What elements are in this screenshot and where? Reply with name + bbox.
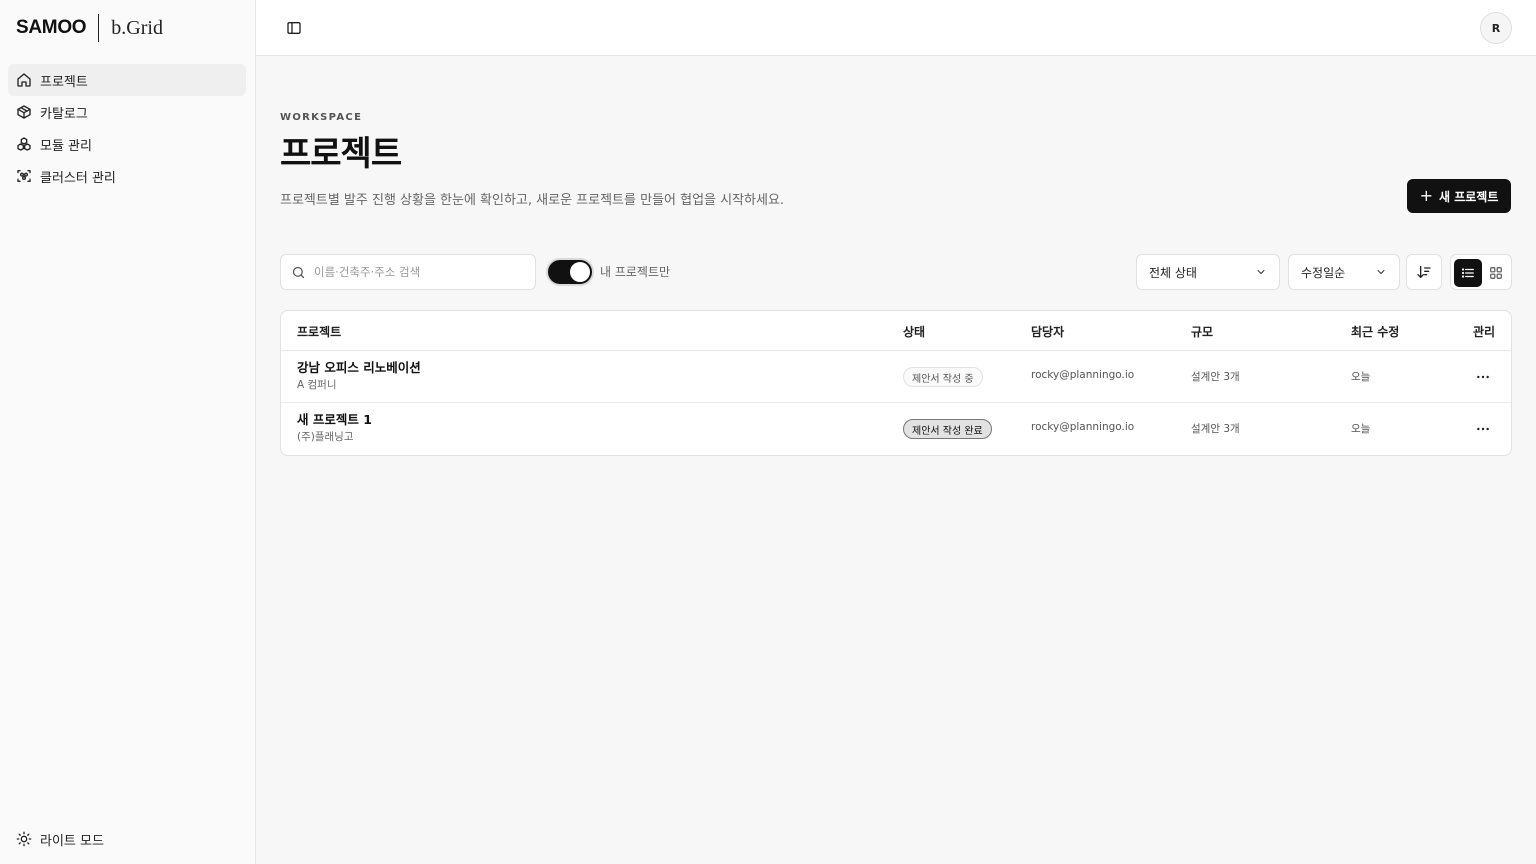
row-actions-button[interactable] xyxy=(1473,419,1493,439)
owner-email: rocky@planningo.io xyxy=(1031,369,1135,381)
list-icon xyxy=(1461,268,1474,278)
avatar[interactable]: R xyxy=(1480,12,1512,44)
sun-icon xyxy=(16,831,32,847)
more-horizontal-icon xyxy=(1477,375,1489,379)
status-badge: 제안서 작성 완료 xyxy=(903,419,992,439)
column-header-status[interactable]: 상태 xyxy=(903,323,925,340)
sidebar-item-label: 카탈로그 xyxy=(40,106,88,122)
project-name[interactable]: 강남 오피스 리노베이션 xyxy=(297,360,421,376)
modules-icon xyxy=(16,136,32,152)
page-eyebrow: WORKSPACE xyxy=(280,112,363,123)
status-filter-value: 전체 상태 xyxy=(1149,265,1197,280)
sort-direction-button[interactable] xyxy=(1406,254,1442,290)
brand-name: SAMOO xyxy=(16,17,87,38)
cluster-icon xyxy=(16,168,32,184)
sidebar: SAMOO b.Grid 프로젝트 카탈로그 모듈 관리 클러스터 관리 라이트… xyxy=(0,0,256,864)
row-actions-button[interactable] xyxy=(1473,367,1493,387)
column-header-scale[interactable]: 규모 xyxy=(1191,323,1213,340)
column-header-project[interactable]: 프로젝트 xyxy=(297,323,341,340)
sidebar-item-projects[interactable]: 프로젝트 xyxy=(8,64,246,96)
projects-table: 프로젝트 상태 담당자 규모 최근 수정 관리 강남 오피스 리노베이션 A 컴… xyxy=(280,310,1512,456)
grid-view-button[interactable] xyxy=(1482,259,1510,287)
project-scale: 설계안 3개 xyxy=(1191,371,1240,383)
grid-icon xyxy=(1490,267,1502,279)
column-header-updated[interactable]: 최근 수정 xyxy=(1351,323,1399,340)
page-subtitle: 프로젝트별 발주 진행 상황을 한눈에 확인하고, 새로운 프로젝트를 만들어 … xyxy=(280,193,785,208)
column-header-manage: 관리 xyxy=(1473,325,1496,339)
brand-logo[interactable]: SAMOO b.Grid xyxy=(16,14,163,42)
sidebar-panel-icon xyxy=(287,22,301,34)
project-client: A 컴퍼니 xyxy=(297,379,337,391)
sidebar-item-label: 클러스터 관리 xyxy=(40,170,116,186)
sidebar-item-label: 프로젝트 xyxy=(40,74,88,90)
product-name: b.Grid xyxy=(111,16,163,39)
chevron-down-icon xyxy=(1257,270,1265,274)
my-projects-toggle[interactable] xyxy=(546,258,594,286)
updated-date: 오늘 xyxy=(1351,423,1371,435)
top-bar: R xyxy=(256,0,1536,56)
view-mode-toggle xyxy=(1450,254,1512,290)
table-header: 프로젝트 상태 담당자 규모 최근 수정 관리 xyxy=(281,311,1511,351)
box-icon xyxy=(16,104,32,120)
table-row[interactable]: 강남 오피스 리노베이션 A 컴퍼니 제안서 작성 중 rocky@planni… xyxy=(281,351,1511,403)
my-projects-label: 내 프로젝트만 xyxy=(600,265,671,279)
toggle-knob xyxy=(570,262,590,282)
sidebar-nav: 프로젝트 카탈로그 모듈 관리 클러스터 관리 xyxy=(8,64,246,192)
project-cell: 강남 오피스 리노베이션 A 컴퍼니 xyxy=(297,360,421,393)
plus-icon: + xyxy=(1419,186,1433,205)
search-box xyxy=(280,254,536,290)
home-icon xyxy=(16,72,32,88)
updated-date: 오늘 xyxy=(1351,371,1371,383)
table-row[interactable]: 새 프로젝트 1 (주)플래닝고 제안서 작성 완료 rocky@plannin… xyxy=(281,403,1511,455)
search-icon xyxy=(292,266,305,278)
sidebar-item-catalog[interactable]: 카탈로그 xyxy=(8,96,246,128)
owner-email: rocky@planningo.io xyxy=(1031,421,1135,433)
list-view-button[interactable] xyxy=(1454,259,1482,287)
sidebar-item-modules[interactable]: 모듈 관리 xyxy=(8,128,246,160)
sidebar-item-label: 모듈 관리 xyxy=(40,138,92,154)
sort-value: 수정일순 xyxy=(1301,265,1346,280)
project-cell: 새 프로젝트 1 (주)플래닝고 xyxy=(297,412,372,445)
page-title: 프로젝트 xyxy=(280,134,402,174)
theme-toggle[interactable]: 라이트 모드 xyxy=(16,828,104,850)
status-badge: 제안서 작성 중 xyxy=(903,367,983,387)
sidebar-toggle-button[interactable] xyxy=(284,18,304,38)
status-filter-select[interactable]: 전체 상태 xyxy=(1136,254,1280,290)
project-scale: 설계안 3개 xyxy=(1191,423,1240,435)
new-project-label: 새 프로젝트 xyxy=(1439,189,1499,204)
column-header-owner[interactable]: 담당자 xyxy=(1031,323,1064,340)
new-project-button[interactable]: + 새 프로젝트 xyxy=(1407,179,1511,213)
project-name[interactable]: 새 프로젝트 1 xyxy=(297,412,372,428)
theme-toggle-label: 라이트 모드 xyxy=(40,833,104,849)
more-horizontal-icon xyxy=(1477,427,1489,431)
sidebar-item-clusters[interactable]: 클러스터 관리 xyxy=(8,160,246,192)
chevron-down-icon xyxy=(1377,270,1385,274)
search-input[interactable] xyxy=(314,265,514,279)
sort-select[interactable]: 수정일순 xyxy=(1288,254,1400,290)
sort-descending-icon xyxy=(1417,266,1431,278)
brand-divider xyxy=(98,14,100,42)
project-client: (주)플래닝고 xyxy=(297,431,354,443)
